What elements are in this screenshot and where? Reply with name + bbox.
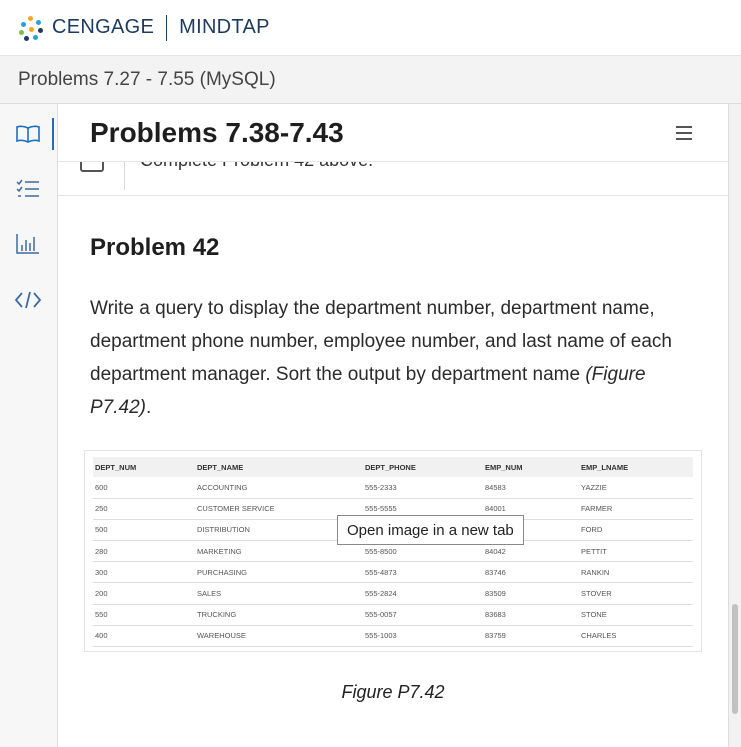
course-title: Problems 7.27 - 7.55 (MySQL)	[18, 68, 276, 90]
cengage-logo-icon	[18, 15, 44, 41]
problem-text: Write a query to display the department …	[90, 292, 680, 424]
table-cell: 555-2824	[363, 582, 483, 605]
table-cell: PURCHASING	[195, 561, 363, 584]
table-cell: FORD	[579, 519, 693, 542]
table-cell: 84583	[483, 477, 579, 499]
right-scrollbar[interactable]	[728, 104, 741, 747]
table-cell: STONE	[579, 604, 693, 626]
table-cell: 83683	[483, 604, 579, 626]
menu-icon[interactable]	[676, 126, 692, 140]
table-cell: 200	[93, 582, 195, 605]
table-row: 600 ACCOUNTING 555-2333 84583 YAZZIE	[93, 477, 693, 499]
table-cell: CHARLES	[579, 625, 693, 648]
table-cell: 400	[93, 625, 195, 648]
table-cell: ACCOUNTING	[195, 477, 363, 499]
chart-icon[interactable]	[0, 224, 56, 264]
table-row: 300 PURCHASING 555-4873 83746 RANKIN	[93, 561, 693, 584]
table-cell: 83759	[483, 625, 579, 648]
table-cell: 250	[93, 498, 195, 520]
table-cell: 300	[93, 561, 195, 584]
column-header: EMP_LNAME	[579, 457, 693, 477]
figure-caption: Figure P7.42	[341, 682, 445, 702]
panel-header: Problems 7.38-7.43	[58, 104, 728, 162]
brand-divider	[166, 14, 168, 41]
table-cell: SALES	[195, 582, 363, 605]
table-cell: 500	[93, 519, 195, 542]
table-cell: WAREHOUSE	[195, 625, 363, 648]
table-cell: 555-4873	[363, 561, 483, 584]
table-header-row: DEPT_NUM DEPT_NAME DEPT_PHONE EMP_NUM EM…	[93, 457, 693, 477]
table-cell: TRUCKING	[195, 604, 363, 626]
column-header: DEPT_NAME	[195, 457, 363, 477]
open-image-tooltip: Open image in a new tab	[337, 515, 524, 545]
problem-text-end: .	[145, 397, 152, 418]
table-row: 550 TRUCKING 555-0057 83683 STONE	[93, 604, 693, 626]
table-cell: 555-0057	[363, 604, 483, 626]
content-panel: Problems 7.38-7.43 Complete Problem 42 a…	[58, 104, 728, 747]
column-header: EMP_NUM	[483, 457, 579, 477]
table-cell: FARMER	[579, 498, 693, 520]
scrollbar-thumb[interactable]	[732, 604, 738, 714]
table-cell: 83509	[483, 582, 579, 605]
table-cell: RANKIN	[579, 561, 693, 584]
column-header: DEPT_NUM	[93, 457, 195, 477]
problem-heading: Problem 42	[90, 234, 220, 261]
figure-table: DEPT_NUM DEPT_NAME DEPT_PHONE EMP_NUM EM…	[93, 457, 693, 648]
table-cell: YAZZIE	[579, 477, 693, 499]
column-header: DEPT_PHONE	[363, 457, 483, 477]
table-cell: 280	[93, 540, 195, 563]
product-name: MINDTAP	[179, 16, 270, 38]
table-cell: 555-1003	[363, 625, 483, 648]
table-cell: 550	[93, 604, 195, 626]
panel-title: Problems 7.38-7.43	[90, 116, 344, 148]
brand-name: CENGAGE	[52, 16, 155, 38]
figure-image[interactable]: DEPT_NUM DEPT_NAME DEPT_PHONE EMP_NUM EM…	[84, 450, 702, 652]
checklist-icon[interactable]	[0, 168, 56, 208]
table-row: 400 WAREHOUSE 555-1003 83759 CHARLES	[93, 625, 693, 648]
code-icon[interactable]	[0, 280, 56, 320]
table-row: 200 SALES 555-2824 83509 STOVER	[93, 582, 693, 605]
course-title-bar: Problems 7.27 - 7.55 (MySQL)	[0, 56, 741, 104]
left-rail	[0, 104, 58, 747]
book-icon[interactable]	[0, 114, 56, 154]
table-cell: 600	[93, 477, 195, 499]
table-cell: STOVER	[579, 582, 693, 605]
table-cell: 555-2333	[363, 477, 483, 499]
table-cell: 83746	[483, 561, 579, 584]
table-cell: PETTIT	[579, 540, 693, 563]
brand-bar: CENGAGE MINDTAP	[0, 0, 741, 56]
